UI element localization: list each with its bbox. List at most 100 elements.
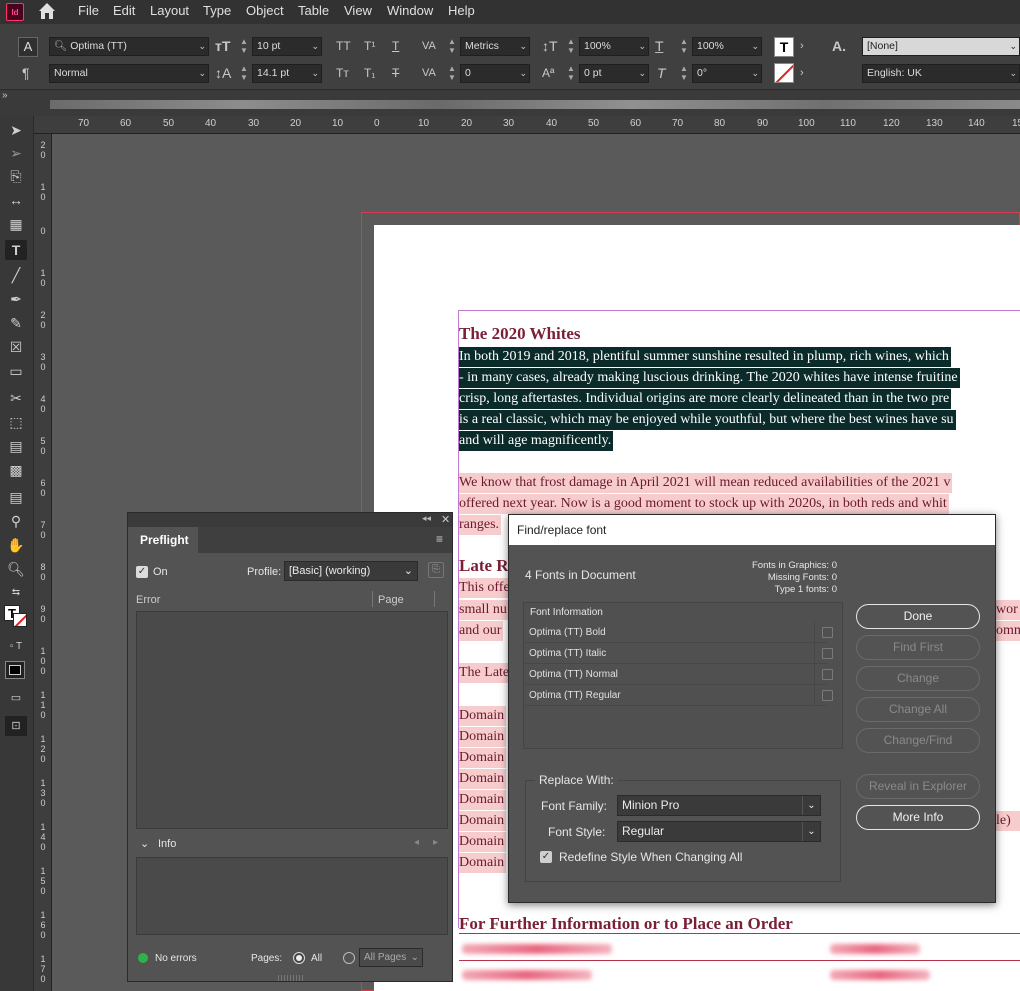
menu-table[interactable]: Table [298,3,329,18]
body-text-line[interactable]: ranges. [459,515,502,535]
pages-all-radio[interactable] [293,952,305,964]
subscript-icon[interactable]: T₁ [364,65,375,81]
skew-field[interactable]: 0° ⌄ [692,64,762,83]
tracking-field[interactable]: 0 ⌄ [460,64,530,83]
selected-text-line[interactable]: and will age magnificently. [459,431,614,451]
domaine-tail[interactable]: le) [996,811,1020,831]
domaine-line[interactable]: Domain [459,811,507,831]
previous-icon[interactable]: ◂ [414,837,419,848]
gap-tool-icon[interactable]: ↔ [5,190,27,210]
body-text-line[interactable]: and our [459,621,504,641]
pages-range-radio[interactable] [343,952,355,964]
rectangle-frame-tool-icon[interactable]: ☒ [5,337,27,357]
all-caps-icon[interactable]: TT [336,38,351,54]
swap-colors-icon[interactable]: ⇆ [5,583,27,603]
menu-edit[interactable]: Edit [113,3,135,18]
domaine-line[interactable]: Domain [459,790,507,810]
domaine-line[interactable]: Domain [459,853,507,873]
font-list-item[interactable]: Optima (TT) Normal [525,664,827,685]
on-checkbox[interactable]: ✓ [136,566,148,578]
horizontal-ruler[interactable] [34,116,1020,134]
type-tool-icon[interactable]: T [5,240,27,260]
font-list-item[interactable]: Optima (TT) Regular [525,685,827,706]
error-list[interactable] [136,611,448,829]
domaine-line[interactable]: Domain [459,706,507,726]
body-text-line[interactable]: We know that frost damage in April 2021 … [459,473,953,493]
app-icon[interactable]: Id [6,3,24,21]
font-row-checkbox[interactable] [822,669,833,680]
change-button[interactable]: Change [856,666,980,691]
text-fill-swatch[interactable]: T [774,37,794,57]
font-style-field[interactable]: Normal ⌄ [49,64,209,83]
pages-range-select[interactable]: All Pages ⌄ [359,948,423,967]
selected-text-line[interactable]: crisp, long aftertastes. Individual orig… [459,389,952,409]
profile-options-icon[interactable]: ⎘ [428,562,444,578]
line-tool-icon[interactable]: ╱ [5,265,27,285]
baseline-shift-stepper[interactable]: ▲ ▼ [565,64,577,83]
page-tool-icon[interactable]: ⎘ [5,166,27,186]
skew-stepper[interactable]: ▲ ▼ [678,64,690,83]
redefine-style-checkbox[interactable]: ✓ [540,851,552,863]
tab-preflight[interactable]: Preflight [128,527,198,553]
small-caps-icon[interactable]: Tт [336,65,349,81]
font-row-checkbox[interactable] [822,690,833,701]
character-style-field[interactable]: [None] ⌄ [862,37,1020,56]
document-tab-bar[interactable] [50,100,1020,109]
domaine-line[interactable]: Domain [459,748,507,768]
reveal-in-explorer-button[interactable]: Reveal in Explorer [856,774,980,799]
font-size-stepper[interactable]: ▲ ▼ [238,37,250,56]
eyedropper-tool-icon[interactable]: ⚲ [5,511,27,531]
hand-tool-icon[interactable]: ✋ [5,535,27,555]
home-icon[interactable] [38,2,56,20]
language-field[interactable]: English: UK ⌄ [862,64,1020,83]
baseline-shift-field[interactable]: 0 pt ⌄ [579,64,649,83]
find-first-button[interactable]: Find First [856,635,980,660]
character-mode-button[interactable]: A [18,37,38,57]
direct-selection-tool-icon[interactable]: ➢ [5,143,27,163]
body-text-tail[interactable]: omm [996,621,1020,641]
paragraph-mode-icon[interactable]: ¶ [22,65,30,81]
superscript-icon[interactable]: T¹ [364,38,375,54]
font-row-checkbox[interactable] [822,627,833,638]
rectangle-tool-icon[interactable]: ▭ [5,361,27,381]
font-style-select[interactable]: Regular ⌄ [617,821,821,842]
stroke-swatch[interactable] [13,613,27,627]
preview-mode-icon[interactable]: ▭ [5,688,27,708]
close-icon[interactable]: ✕ [441,513,450,526]
font-family-select[interactable]: Minion Pro ⌄ [617,795,821,816]
selected-text-line[interactable]: - in many cases, already making luscious… [459,368,960,388]
body-text-line[interactable]: offered next year. Now is a good moment … [459,494,949,514]
selected-text-line[interactable]: is a real classic, which may be enjoyed … [459,410,956,430]
gradient-feather-tool-icon[interactable]: ▩ [5,460,27,480]
chevron-right-icon[interactable]: › [800,65,804,81]
zoom-tool-icon[interactable]: 🔍︎ [5,559,27,579]
menu-help[interactable]: Help [448,3,475,18]
selected-text-line[interactable]: In both 2019 and 2018, plentiful summer … [459,347,951,367]
panel-menu-icon[interactable]: ≡ [436,532,443,546]
domaine-line[interactable]: Domain [459,727,507,747]
body-text-line[interactable]: small nu [459,600,509,620]
body-text-line[interactable]: The Late [459,663,512,683]
font-row-checkbox[interactable] [822,648,833,659]
font-list-item[interactable]: Optima (TT) Italic [525,643,827,664]
free-transform-tool-icon[interactable]: ⬚ [5,412,27,432]
gradient-swatch-tool-icon[interactable]: ▤ [5,436,27,456]
vertical-scale-stepper[interactable]: ▲ ▼ [565,37,577,56]
underline-icon[interactable]: T [392,38,399,54]
pencil-tool-icon[interactable]: ✎ [5,313,27,333]
menu-window[interactable]: Window [387,3,433,18]
menu-layout[interactable]: Layout [150,3,189,18]
horizontal-scale-field[interactable]: 100% ⌄ [692,37,762,56]
kerning-field[interactable]: Metrics ⌄ [460,37,530,56]
collapse-icon[interactable]: » [2,88,8,104]
formatting-container-icon[interactable]: ▫ T [5,637,27,657]
change-all-button[interactable]: Change All [856,697,980,722]
leading-stepper[interactable]: ▲ ▼ [238,64,250,83]
next-icon[interactable]: ▸ [433,837,438,848]
menu-type[interactable]: Type [203,3,231,18]
horizontal-scale-stepper[interactable]: ▲ ▼ [678,37,690,56]
pen-tool-icon[interactable]: ✒ [5,289,27,309]
menu-file[interactable]: File [78,3,99,18]
vertical-scale-field[interactable]: 100% ⌄ [579,37,649,56]
content-collector-icon[interactable]: ▦ [5,214,27,234]
